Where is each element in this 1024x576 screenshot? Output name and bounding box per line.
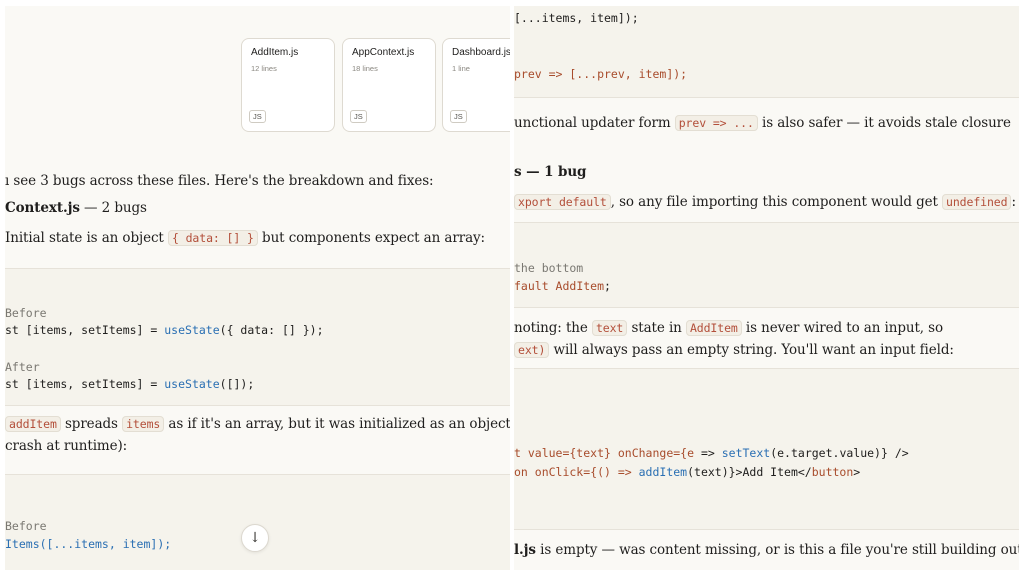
- code-keyword: fault: [514, 279, 556, 293]
- paragraph-text-state: noting: the text state in AddItem is nev…: [514, 318, 943, 338]
- code-line: on onClick={() => addItem(text)}>Add Ite…: [514, 465, 860, 479]
- attachment-card-appcontext[interactable]: AppContext.js 18 lines JS: [342, 38, 436, 132]
- code-line: Items([...items, item]);: [5, 537, 172, 551]
- code-line: [...items, item]);: [514, 11, 639, 25]
- attachment-lines: 18 lines: [352, 64, 378, 73]
- text: is never wired to an input, so: [741, 320, 944, 336]
- code-text: >: [853, 465, 861, 479]
- section-heading: s — 1 bug: [514, 162, 586, 182]
- code-block: the bottom fault AddItem;: [514, 222, 1019, 308]
- paragraph-initial-state: Initial state is an object { data: [] } …: [5, 228, 485, 248]
- section-heading: Context.js — 2 bugs: [5, 198, 147, 218]
- code-text: ({ data: [] });: [219, 323, 324, 337]
- code-text: AddItem: [555, 279, 605, 293]
- inline-code: text: [591, 320, 628, 336]
- paragraph-functional-updater: unctional updater form prev => ... is al…: [514, 113, 1011, 133]
- scroll-down-button[interactable]: ↓: [241, 524, 269, 552]
- js-file-badge: JS: [450, 110, 467, 123]
- attachment-name: AppContext.js: [352, 47, 415, 58]
- paragraph-final-question: l.js is empty — was content missing, or …: [514, 540, 1019, 560]
- code-line: prev => [...prev, item]);: [514, 67, 687, 81]
- text: Initial state is an object: [5, 230, 168, 246]
- attachment-lines: 12 lines: [251, 64, 277, 73]
- text: will always pass an empty string. You'll…: [549, 342, 954, 358]
- code-line: st [items, setItems] = useState([]);: [5, 377, 254, 391]
- code-label-before: Before: [5, 519, 47, 533]
- code-text: ([]);: [219, 377, 255, 391]
- paragraph-line: crash at runtime):: [5, 438, 128, 454]
- code-label-after: After: [5, 360, 40, 374]
- text: but components expect an array:: [257, 230, 485, 246]
- inline-code: AddItem: [685, 320, 742, 336]
- js-file-badge: JS: [249, 110, 266, 123]
- code-label-before: Before: [5, 306, 47, 320]
- inline-code: undefined: [942, 194, 1012, 210]
- text: spreads: [60, 416, 123, 432]
- attachment-lines: 1 line: [452, 64, 470, 73]
- text: , so any file importing this component w…: [610, 194, 943, 210]
- heading-text: s — 1 bug: [514, 164, 587, 180]
- code-block: t value={text} onChange={e => setText(e.…: [514, 368, 1019, 530]
- inline-code: xport default: [514, 194, 611, 210]
- attachment-card-dashboard[interactable]: Dashboard.js 1 line JS: [442, 38, 510, 132]
- inline-code: addItem: [5, 416, 61, 432]
- text: noting: the: [514, 320, 592, 336]
- code-text: prev => [...prev, item]);: [514, 67, 688, 81]
- arrow-down-icon: ↓: [249, 530, 261, 546]
- code-text: st [items, setItems] =: [5, 377, 165, 391]
- attachment-card-additem[interactable]: AddItem.js 12 lines JS: [241, 38, 335, 132]
- code-fn: setText: [721, 446, 771, 460]
- paragraph-line: ext) will always pass an empty string. Y…: [514, 340, 954, 360]
- text: state in: [627, 320, 686, 336]
- code-fn: addItem: [638, 465, 688, 479]
- text: is empty — was content missing, or is th…: [535, 542, 1019, 558]
- text: as if it's an array, but it was initiali…: [168, 416, 510, 432]
- code-line: fault AddItem;: [514, 279, 611, 293]
- intro-text: ı see 3 bugs across these files. Here's …: [5, 173, 434, 189]
- paragraph-export-default: xport default, so any file importing thi…: [514, 192, 1016, 212]
- text: is also safer — it avoids stale closure: [757, 115, 1011, 131]
- filename-bold: l.js: [514, 542, 536, 558]
- attachment-name: AddItem.js: [251, 47, 299, 58]
- inline-code: prev => ...: [674, 115, 758, 131]
- code-line: t value={text} onChange={e => setText(e.…: [514, 446, 909, 460]
- code-text: (text)}>Add Item</: [687, 465, 812, 479]
- inline-code: { data: [] }: [167, 230, 258, 246]
- code-comment: the bottom: [514, 261, 584, 275]
- code-block: Before Items([...items, item]);: [5, 474, 510, 570]
- text: unctional updater form: [514, 115, 675, 131]
- code-text: e: [687, 446, 695, 460]
- code-text: t value={text} onChange={: [514, 446, 688, 460]
- paragraph-additem: addItem spreads items as if it's an arra…: [5, 414, 510, 434]
- code-line: st [items, setItems] = useState({ data: …: [5, 323, 324, 337]
- right-chat-pane: [...items, item]); prev => [...prev, ite…: [514, 6, 1019, 570]
- code-text: (e.target.value)} />: [770, 446, 909, 460]
- code-block: Before st [items, setItems] = useState({…: [5, 268, 510, 406]
- inline-code: ext): [514, 342, 550, 358]
- code-text: on onClick={() =>: [514, 465, 639, 479]
- code-fn: useState: [164, 377, 220, 391]
- attachment-name: Dashboard.js: [452, 47, 510, 58]
- left-chat-pane: AddItem.js 12 lines JS AppContext.js 18 …: [5, 6, 510, 570]
- heading-filename: Context.js: [5, 200, 80, 216]
- js-file-badge: JS: [350, 110, 367, 123]
- heading-count: — 2 bugs: [79, 200, 147, 216]
- code-text: =>: [694, 446, 722, 460]
- code-fn: useState: [164, 323, 220, 337]
- code-text: ;: [604, 279, 611, 293]
- code-text: st [items, setItems] =: [5, 323, 165, 337]
- code-text: button: [811, 465, 854, 479]
- text: :: [1011, 194, 1016, 210]
- code-block: [...items, item]); prev => [...prev, ite…: [514, 6, 1019, 98]
- inline-code: items: [122, 416, 165, 432]
